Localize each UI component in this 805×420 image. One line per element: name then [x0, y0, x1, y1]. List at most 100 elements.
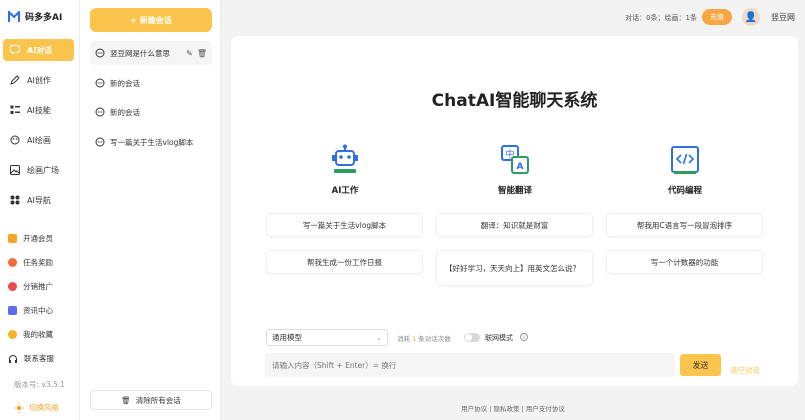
consume-count: 1 — [412, 335, 417, 343]
clear-all-conversations-button[interactable]: 🗑 清除所有会话 — [90, 390, 212, 410]
nav-sub-label: 任务奖励 — [23, 258, 53, 267]
translate-icon: 中 A — [501, 145, 529, 174]
svg-text:A: A — [517, 162, 524, 172]
feature-ai-work: AI工作 — [310, 144, 380, 196]
conversation-item[interactable]: 新的会话 — [90, 71, 212, 95]
send-button[interactable]: 发送 — [680, 354, 721, 376]
nav-sub-label: 开通会员 — [23, 234, 53, 243]
favorite-icon — [8, 330, 17, 339]
nav-item-ai-chat[interactable]: AI对话 — [3, 39, 74, 61]
nav-item-label: AI技能 — [27, 105, 51, 115]
prompt-suggestion[interactable]: 【好好学习，天天向上】用英文怎么说？ — [436, 250, 593, 286]
new-conversation-button[interactable]: + 新建会话 — [90, 8, 212, 32]
nav-sub-label: 资讯中心 — [23, 306, 53, 315]
switch-style-button[interactable]: 切换风格 — [14, 402, 59, 413]
conversation-panel: + 新建会话 竖豆网是什么意思 ✎ 🗑 新的会话 新的会话 写一篇关于生活vlo… — [80, 0, 221, 420]
nav-item-ai-create[interactable]: AI创作 — [3, 69, 74, 91]
chat-bubble-icon — [95, 107, 105, 117]
gallery-icon — [10, 165, 20, 175]
nav-favorites[interactable]: 我的收藏 — [8, 329, 53, 340]
nav-item-gallery[interactable]: 绘画广场 — [3, 159, 74, 181]
nav-sub-label: 联系客服 — [24, 354, 54, 363]
headset-icon — [9, 354, 17, 363]
nav-item-label: AI创作 — [27, 75, 51, 85]
chat-input[interactable] — [265, 353, 675, 377]
feature-translate: 中 A 智能翻译 — [480, 144, 550, 196]
nav-item-ai-paint[interactable]: AI绘画 — [3, 129, 74, 151]
network-mode-label: 联网模式 — [485, 334, 513, 342]
avatar[interactable]: 👤 — [742, 8, 760, 26]
nav-sub-label: 我的收藏 — [23, 330, 53, 339]
top-bar: 对话：0条；绘画：1条 充值 👤 竖豆网 — [221, 0, 805, 36]
app-logo[interactable]: 码多多AI — [8, 10, 62, 23]
model-select[interactable]: 通用模型 ⌄ — [266, 329, 388, 346]
chat-main-card: ChatAI智能聊天系统 AI工作 中 A 智能翻译 代码编程 写一篇关于生活v… — [231, 36, 798, 386]
conversation-title: 竖豆网是什么意思 — [110, 48, 170, 58]
conversation-item[interactable]: 新的会话 — [90, 100, 212, 124]
trash-icon: 🗑 — [121, 395, 131, 405]
model-select-value: 通用模型 — [272, 333, 302, 342]
main-nav: 码多多AI AI对话 AI创作 AI技能 AI绘画 绘画广场 AI导航 开通会员… — [0, 0, 80, 420]
nav-item-label: AI导航 — [27, 195, 51, 205]
feature-code: 代码编程 — [650, 144, 720, 196]
nav-promotion[interactable]: 分销推广 — [8, 281, 53, 292]
username[interactable]: 竖豆网 — [771, 12, 795, 23]
nav-support[interactable]: 联系客服 — [8, 353, 54, 364]
conversation-item[interactable]: 写一篇关于生活vlog脚本 — [90, 130, 212, 154]
robot-icon — [332, 144, 358, 173]
conversation-item[interactable]: 竖豆网是什么意思 ✎ 🗑 — [90, 41, 212, 65]
consume-suffix: 条对话次数 — [418, 335, 451, 343]
prompt-suggestion[interactable]: 写一个计数器的功能 — [606, 250, 763, 274]
consume-prefix: 消耗 — [397, 335, 410, 343]
conversation-title: 新的会话 — [110, 107, 140, 117]
code-icon — [671, 146, 699, 174]
switch-style-label: 切换风格 — [29, 403, 59, 412]
clear-conversation-link[interactable]: 清空对话 — [730, 365, 760, 376]
chat-icon — [10, 45, 20, 55]
conversation-title: 新的会话 — [110, 78, 140, 88]
page-title: ChatAI智能聊天系统 — [431, 91, 598, 111]
chat-bubble-icon — [95, 48, 105, 58]
feature-label: AI工作 — [331, 186, 359, 196]
nav-vip[interactable]: 开通会员 — [8, 233, 53, 244]
prompt-suggestion[interactable]: 帮我生成一份工作日报 — [266, 250, 423, 274]
usage-stats: 对话：0条；绘画：1条 — [625, 14, 697, 22]
prompt-suggestion[interactable]: 写一篇关于生活vlog脚本 — [266, 213, 423, 237]
nav-rewards[interactable]: 任务奖励 — [8, 257, 53, 268]
sun-icon — [14, 402, 24, 413]
conversation-title: 写一篇关于生活vlog脚本 — [110, 137, 194, 147]
skills-icon — [10, 105, 20, 114]
info-icon[interactable]: i — [520, 333, 528, 341]
news-icon — [8, 306, 17, 315]
feature-label: 智能翻译 — [497, 186, 532, 196]
prompt-suggestion[interactable]: 帮我用C语言写一段冒泡排序 — [606, 213, 763, 237]
nav-item-ai-skills[interactable]: AI技能 — [3, 99, 74, 121]
network-mode-toggle[interactable] — [464, 333, 480, 342]
nav-item-label: AI对话 — [27, 45, 53, 55]
nav-grid-icon — [10, 195, 20, 205]
nav-item-label: 绘画广场 — [27, 165, 59, 175]
nav-item-label: AI绘画 — [27, 135, 51, 145]
chat-bubble-icon — [95, 78, 105, 88]
nav-sub-label: 分销推广 — [23, 282, 53, 291]
prompt-suggestion[interactable]: 翻译：知识就是财富 — [436, 213, 593, 237]
paint-icon — [10, 135, 20, 145]
nav-item-ai-nav[interactable]: AI导航 — [3, 189, 74, 211]
version-label: 版本号: v3.5.1 — [14, 380, 65, 389]
delete-icon[interactable]: 🗑 — [197, 49, 207, 58]
recharge-button[interactable]: 充值 — [702, 9, 732, 25]
clear-all-label: 清除所有会话 — [135, 395, 181, 405]
chevron-down-icon: ⌄ — [376, 333, 382, 342]
edit-icon[interactable]: ✎ — [186, 49, 193, 58]
chat-bubble-icon — [95, 137, 105, 147]
app-name: 码多多AI — [25, 13, 63, 23]
vip-icon — [8, 234, 17, 243]
pen-icon — [10, 75, 20, 85]
logo-icon — [8, 10, 20, 22]
promo-icon — [8, 282, 17, 291]
reward-icon — [8, 258, 17, 267]
footer-links[interactable]: 用户协议 | 隐私政策 | 用户支付协议 — [221, 403, 805, 413]
feature-label: 代码编程 — [667, 186, 702, 196]
consume-info: 消耗 1 条对话次数 — [397, 333, 451, 343]
nav-news[interactable]: 资讯中心 — [8, 305, 53, 316]
